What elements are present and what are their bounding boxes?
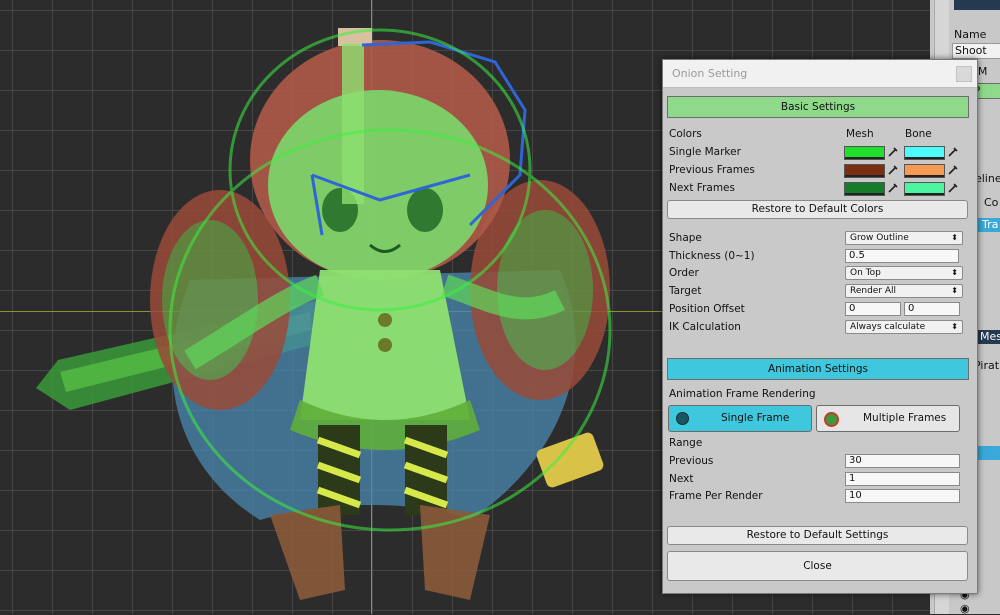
eyedropper-icon[interactable] (947, 146, 959, 158)
previous-frames-mesh-color[interactable] (844, 164, 885, 178)
previous-frames-label: Previous Frames (669, 164, 755, 176)
next-frames-bone-color[interactable] (904, 182, 945, 196)
multiple-frames-icon (824, 412, 839, 427)
sword-blade-shape (342, 44, 364, 204)
inspector-top-bar (954, 0, 1000, 10)
ik-calculation-label: IK Calculation (669, 321, 741, 333)
eyedropper-icon[interactable] (947, 164, 959, 176)
order-value: On Top (850, 268, 881, 278)
eyedropper-icon[interactable] (887, 146, 899, 158)
single-frame-label: Single Frame (721, 412, 790, 424)
ik-calculation-dropdown[interactable]: Always calculate ⬍ (845, 320, 963, 334)
next-field[interactable]: 1 (845, 472, 960, 486)
ik-calculation-value: Always calculate (850, 322, 926, 332)
next-frames-mesh-color[interactable] (844, 182, 885, 196)
inspector-name-field[interactable]: Shoot (952, 43, 1000, 59)
dropdown-arrow-icon: ⬍ (951, 268, 958, 277)
inspector-name-label: Name (954, 28, 987, 41)
dropdown-arrow-icon: ⬍ (951, 322, 958, 331)
frame-rendering-label: Animation Frame Rendering (669, 388, 816, 400)
target-dropdown[interactable]: Render All ⬍ (845, 284, 963, 298)
close-button[interactable]: Close (667, 551, 968, 581)
mesh-header: Mesh (846, 128, 874, 140)
next-frames-label: Next Frames (669, 182, 735, 194)
target-value: Render All (850, 286, 897, 296)
eye-icon[interactable]: ◉ (960, 602, 970, 615)
order-label: Order (669, 267, 699, 279)
shape-label: Shape (669, 232, 702, 244)
offset-y-field[interactable]: 0 (904, 302, 960, 316)
shape-value: Grow Outline (850, 233, 909, 243)
onion-setting-dialog: Onion Setting Basic Settings Colors Mesh… (662, 59, 978, 594)
single-marker-bone-color[interactable] (904, 146, 945, 160)
previous-label: Previous (669, 455, 714, 467)
eyedropper-icon[interactable] (887, 164, 899, 176)
frame-per-render-label: Frame Per Render (669, 490, 763, 502)
animation-settings-header: Animation Settings (667, 358, 969, 380)
previous-field[interactable]: 30 (845, 454, 960, 468)
restore-default-colors-button[interactable]: Restore to Default Colors (667, 200, 968, 219)
multiple-frames-button[interactable]: Multiple Frames (816, 405, 960, 432)
single-frame-button[interactable]: Single Frame (668, 405, 812, 432)
thickness-label: Thickness (0~1) (669, 250, 755, 262)
dropdown-arrow-icon: ⬍ (951, 286, 958, 295)
single-marker-label: Single Marker (669, 146, 741, 158)
position-offset-label: Position Offset (669, 303, 745, 315)
colors-label: Colors (669, 128, 702, 140)
dialog-title-bar[interactable]: Onion Setting (663, 60, 977, 88)
range-label: Range (669, 437, 703, 449)
previous-frames-bone-color[interactable] (904, 164, 945, 178)
basic-settings-header: Basic Settings (667, 96, 969, 118)
next-label: Next (669, 473, 694, 485)
restore-default-settings-button[interactable]: Restore to Default Settings (667, 526, 968, 545)
inspector-co-label: Co (984, 196, 999, 209)
head-shape (250, 40, 510, 280)
shape-dropdown[interactable]: Grow Outline ⬍ (845, 231, 963, 245)
order-dropdown[interactable]: On Top ⬍ (845, 266, 963, 280)
target-label: Target (669, 285, 702, 297)
dropdown-arrow-icon: ⬍ (951, 233, 958, 242)
eyedropper-icon[interactable] (947, 182, 959, 194)
close-icon[interactable] (956, 66, 972, 82)
offset-x-field[interactable]: 0 (845, 302, 901, 316)
single-frame-icon (676, 412, 689, 425)
thickness-field[interactable]: 0.5 (845, 249, 959, 263)
bone-header: Bone (905, 128, 932, 140)
frame-per-render-field[interactable]: 10 (845, 489, 960, 503)
multiple-frames-label: Multiple Frames (863, 412, 947, 424)
eyedropper-icon[interactable] (887, 182, 899, 194)
dialog-title: Onion Setting (672, 67, 748, 80)
single-marker-mesh-color[interactable] (844, 146, 885, 160)
